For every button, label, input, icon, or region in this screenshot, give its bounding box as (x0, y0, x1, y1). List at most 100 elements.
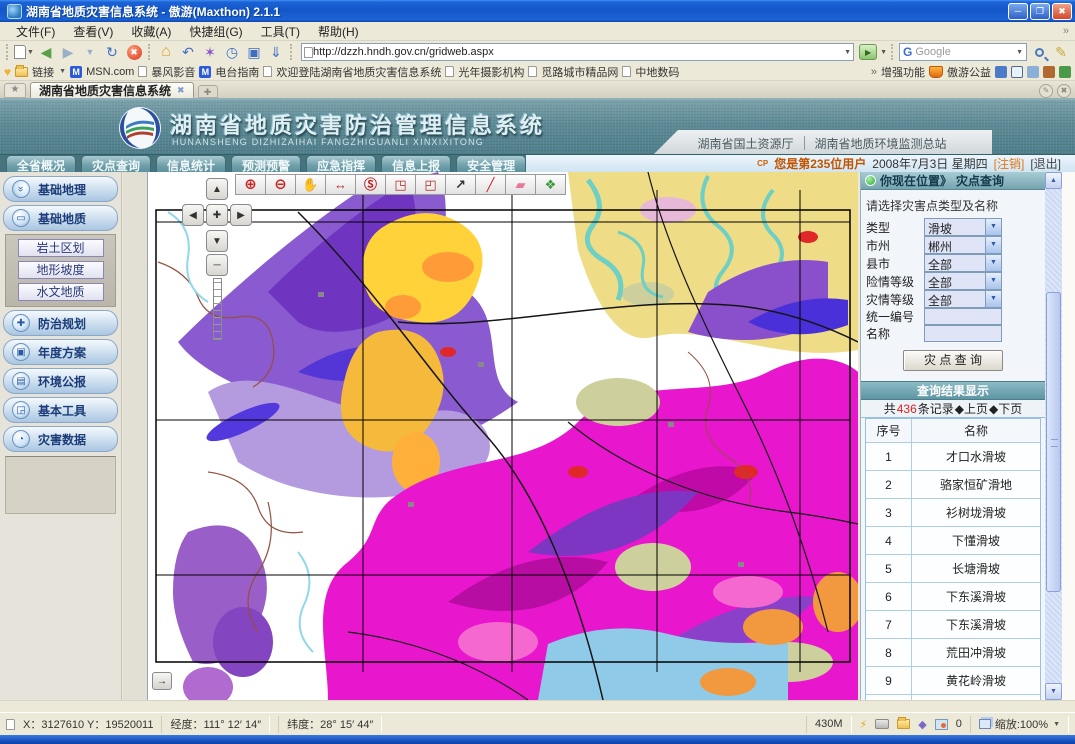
close-button[interactable]: ✖ (1052, 3, 1072, 20)
pan-icon[interactable]: ✋ (295, 174, 326, 195)
pen-cup-icon[interactable] (1043, 66, 1055, 78)
go-button[interactable]: ▶ (859, 44, 877, 60)
geology-map[interactable] (148, 172, 858, 700)
links-label[interactable]: 链接 (32, 64, 54, 80)
pan-up-button[interactable]: ▲ (206, 178, 228, 200)
scroll-thumb[interactable] (1046, 292, 1061, 592)
link-land-resources[interactable]: 湖南省国土资源厅 (697, 135, 793, 152)
sidebar-map-splitter[interactable] (123, 172, 148, 700)
pan-center-button[interactable]: ✚ (206, 204, 228, 226)
download-button[interactable]: ⇓ (266, 43, 286, 62)
nav-statistics[interactable]: 信息统计 (156, 155, 226, 172)
magic-fill-button[interactable]: ✶ (200, 43, 220, 62)
menu-groups[interactable]: 快捷组(G) (181, 22, 250, 41)
chevron-down-icon[interactable]: ▼ (985, 273, 1001, 289)
sidebar-item-disaster-data[interactable]: ◔ 灾害数据 (3, 426, 118, 452)
identify-icon[interactable]: ↗ (445, 174, 476, 195)
restore-button[interactable]: ❐ (1030, 3, 1050, 20)
scroll-down-icon[interactable]: ▼ (1045, 683, 1062, 700)
go-dropdown-icon[interactable]: ▼ (880, 49, 887, 56)
links-folder-icon[interactable] (15, 67, 28, 77)
window-icon[interactable] (1011, 66, 1023, 78)
sidebar-sub-terrain-slope[interactable]: 地形坡度 (18, 261, 104, 279)
highlight-button[interactable]: ✎ (1051, 43, 1071, 62)
sidebar-item-base-geology[interactable]: ▭ 基础地质 (3, 205, 118, 231)
favorites-star-icon[interactable]: ★ (4, 83, 26, 98)
undo-button[interactable]: ↶ (178, 43, 198, 62)
forward-button[interactable]: ▶ (58, 43, 78, 62)
city-select[interactable]: 郴州 ▼ (924, 236, 1002, 254)
back-button[interactable]: ◀ (36, 43, 56, 62)
printer-icon[interactable] (875, 719, 889, 729)
rect-zoom-in-icon[interactable]: ◳ (385, 174, 416, 195)
new-page-dropdown-icon[interactable]: ▼ (27, 49, 34, 56)
measure-icon[interactable]: ↔ (325, 174, 356, 195)
menu-favorites[interactable]: 收藏(A) (123, 22, 179, 41)
zoom-in-icon[interactable]: ⊕ (235, 174, 266, 195)
links-dropdown-icon[interactable]: ▼ (59, 68, 66, 75)
search-engine-label[interactable]: Google (915, 46, 1012, 58)
code-input[interactable] (924, 308, 1002, 325)
logout-link[interactable]: [注销] (994, 155, 1025, 172)
link-zhongdi[interactable]: 中地数码 (635, 64, 679, 80)
sidebar-item-env-bulletin[interactable]: ▤ 环境公报 (3, 368, 118, 394)
tab-closeall-icon[interactable]: ✖ (1057, 84, 1071, 98)
menu-file[interactable]: 文件(F) (8, 22, 63, 41)
charity-label[interactable]: 傲游公益 (947, 64, 991, 80)
zoom-slider[interactable] (213, 278, 222, 340)
sidebar-item-prevention-plan[interactable]: ✚ 防治规划 (3, 310, 118, 336)
link-radio[interactable]: 电台指南 (215, 64, 259, 80)
rect-zoom-out-icon[interactable]: ◰ (415, 174, 446, 195)
link-welcome[interactable]: 欢迎登陆湖南省地质灾害信息系统 (276, 64, 441, 80)
scale-icon[interactable]: Ⓢ (355, 174, 386, 195)
tab-close-icon[interactable]: ✖ (177, 85, 185, 96)
sidebar-sub-rock-zoning[interactable]: 岩土区划 (18, 239, 104, 257)
table-row[interactable]: 2骆家恒矿滑地 (866, 471, 1040, 499)
county-select[interactable]: 全部 ▼ (924, 254, 1002, 272)
menu-tools[interactable]: 工具(T) (253, 22, 308, 41)
minimize-button[interactable]: ─ (1008, 3, 1028, 20)
new-tab-button[interactable]: ✚ (198, 85, 218, 98)
sidebar-item-annual-plan[interactable]: ▣ 年度方案 (3, 339, 118, 365)
nav-report[interactable]: 信息上报 (381, 155, 451, 172)
link-city[interactable]: 觅路城市精品网 (541, 64, 618, 80)
prev-page-link[interactable]: ◆上页 (955, 400, 988, 417)
image-filter-icon[interactable] (935, 719, 948, 730)
pan-down-button[interactable]: ▼ (206, 230, 228, 252)
chevron-down-icon[interactable]: ▼ (985, 219, 1001, 235)
chevron-down-icon[interactable]: ▼ (985, 237, 1001, 253)
sidebar-sub-hydrogeology[interactable]: 水文地质 (18, 283, 104, 301)
maxthon-charity-icon[interactable] (929, 66, 943, 78)
red-line-icon[interactable]: ╱ (475, 174, 506, 195)
enhance-features-label[interactable]: 增强功能 (881, 64, 925, 80)
links-overflow-icon[interactable]: » (871, 66, 877, 78)
plugin-icon[interactable] (1059, 66, 1071, 78)
chevron-down-icon[interactable]: ▼ (985, 255, 1001, 271)
chevron-down-icon[interactable]: ▼ (985, 291, 1001, 307)
notes-icon[interactable] (1027, 66, 1039, 78)
disaster-query-button[interactable]: 灾 点 查 询 (903, 350, 1003, 371)
refresh-button[interactable]: ↻ (102, 43, 122, 62)
risk-level-select[interactable]: 全部 ▼ (924, 272, 1002, 290)
home-button[interactable]: ⌂ (156, 43, 176, 62)
menu-overflow-icon[interactable]: » (1063, 25, 1069, 37)
table-row[interactable]: 3衫树垅滑坡 (866, 499, 1040, 527)
name-input[interactable] (924, 325, 1002, 342)
table-row[interactable]: 7下东溪滑坡 (866, 611, 1040, 639)
url-input[interactable] (313, 46, 843, 58)
table-row[interactable]: 1才口水滑坡 (866, 443, 1040, 471)
history-dropdown-icon[interactable]: ▼ (80, 43, 100, 62)
nav-security[interactable]: 安全管理 (456, 155, 526, 172)
map-viewport[interactable]: ▲ ◀ ✚ ▶ ▼ ─ ⊕ ⊖ ✋ ↔ Ⓢ ◳ ◰ ↗ ╱ ▰ ❖ → (148, 172, 858, 700)
panel-scrollbar[interactable]: ▲ ▼ (1045, 172, 1062, 700)
pan-left-button[interactable]: ◀ (182, 204, 204, 226)
table-row[interactable]: 8荒田冲滑坡 (866, 639, 1040, 667)
link-photo[interactable]: 光年摄影机构 (458, 64, 524, 80)
zoom-dropdown-icon[interactable]: ▼ (1053, 721, 1060, 728)
scroll-up-icon[interactable]: ▲ (1045, 172, 1062, 189)
zoom-out-icon[interactable]: ⊖ (265, 174, 296, 195)
disaster-level-select[interactable]: 全部 ▼ (924, 290, 1002, 308)
nav-overview[interactable]: 全省概况 (6, 155, 76, 172)
menu-help[interactable]: 帮助(H) (310, 22, 367, 41)
zoom-minus-button[interactable]: ─ (206, 254, 228, 276)
